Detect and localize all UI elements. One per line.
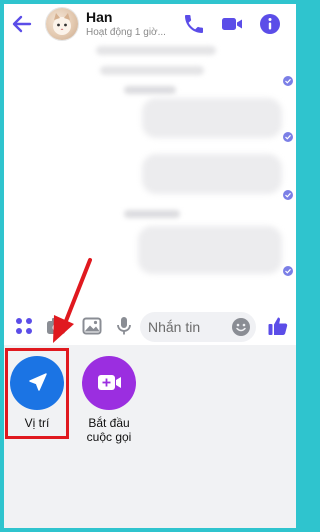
start-call-button[interactable]: Bắt đầu cuộc gọi	[75, 356, 143, 444]
blurred-bubble	[138, 226, 282, 274]
blurred-date	[124, 86, 176, 94]
blurred-message	[100, 66, 204, 75]
contact-name[interactable]: Han	[86, 9, 112, 25]
message-composer	[4, 307, 296, 345]
gallery-icon[interactable]	[80, 314, 104, 338]
seen-indicator-icon	[283, 76, 293, 86]
camera-icon[interactable]	[44, 314, 68, 338]
start-call-label: Bắt đầu cuộc gọi	[75, 416, 143, 444]
message-list[interactable]	[4, 44, 296, 307]
chat-header: Han Hoạt động 1 giờ...	[4, 4, 296, 44]
avatar[interactable]	[46, 8, 78, 40]
video-plus-icon	[98, 375, 121, 390]
thumbs-up-icon[interactable]	[266, 314, 290, 338]
back-arrow-icon[interactable]	[10, 12, 34, 36]
emoji-icon[interactable]	[231, 317, 251, 337]
start-call-circle[interactable]	[82, 356, 136, 410]
blurred-bubble	[142, 98, 282, 138]
message-input[interactable]	[148, 312, 228, 342]
blurred-bubble	[142, 154, 282, 194]
blurred-message	[96, 46, 216, 55]
seen-indicator-icon	[283, 266, 293, 276]
microphone-icon[interactable]	[112, 314, 136, 338]
seen-indicator-icon	[283, 132, 293, 142]
start-call-label-line1: Bắt đầu	[88, 416, 130, 430]
location-highlight-box	[5, 348, 69, 439]
app-frame: Han Hoạt động 1 giờ... Nhắn tin Vị trí B…	[4, 4, 296, 528]
seen-indicator-icon	[283, 190, 293, 200]
start-call-label-line2: cuộc gọi	[86, 430, 132, 444]
contact-status: Hoạt động 1 giờ...	[86, 27, 166, 38]
phone-icon[interactable]	[182, 12, 206, 36]
more-actions-icon[interactable]	[12, 314, 36, 338]
extensions-tray: Vị trí Bắt đầu cuộc gọi	[4, 345, 296, 528]
video-call-icon[interactable]	[220, 12, 244, 36]
info-icon[interactable]	[258, 12, 282, 36]
blurred-date	[124, 210, 180, 218]
message-field[interactable]	[140, 312, 256, 342]
